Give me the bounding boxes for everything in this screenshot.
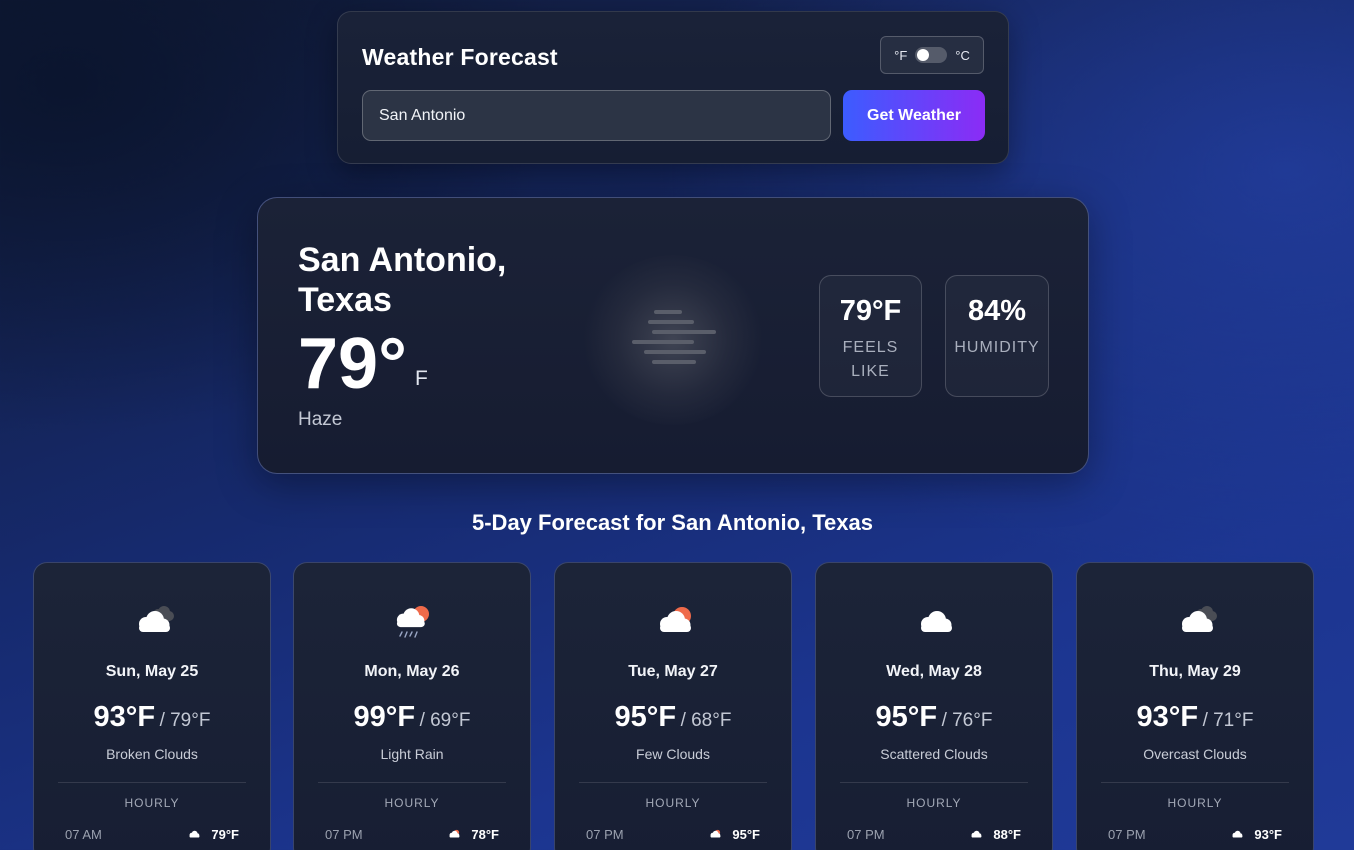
forecast-low: / 76°F bbox=[941, 710, 993, 731]
forecast-day-card: Sun, May 25 93°F / 79°F Broken Clouds HO… bbox=[33, 562, 271, 850]
hour-time: 07 AM bbox=[65, 826, 102, 842]
forecast-low: / 79°F bbox=[159, 710, 211, 731]
forecast-description: Scattered Clouds bbox=[880, 746, 988, 762]
hourly-label: HOURLY bbox=[906, 796, 962, 810]
unit-f-label: °F bbox=[894, 47, 908, 63]
get-weather-button[interactable]: Get Weather bbox=[843, 90, 985, 141]
hourly-label: HOURLY bbox=[124, 796, 180, 810]
hourly-row: 07 PM 88°F bbox=[847, 825, 1021, 843]
unit-toggle[interactable]: °F °C bbox=[880, 36, 984, 74]
hourly-label: HOURLY bbox=[384, 796, 440, 810]
forecast-high: 95°F bbox=[875, 701, 938, 733]
unit-switch[interactable] bbox=[915, 47, 948, 63]
hour-temp: 88°F bbox=[993, 826, 1021, 842]
hourly-row: 07 AM 79°F bbox=[65, 825, 239, 843]
forecast-high: 95°F bbox=[614, 701, 677, 733]
hourly-row: 07 PM 78°F bbox=[325, 825, 499, 843]
scattered-clouds-icon bbox=[921, 611, 952, 632]
feels-like-box: 79°F FEELS LIKE bbox=[819, 275, 922, 397]
search-panel: Weather Forecast °F °C Get Weather bbox=[337, 11, 1009, 164]
feels-like-label: FEELS LIKE bbox=[842, 339, 899, 380]
forecast-day-card: Mon, May 26 99°F / 69°F Light Rain HOURL… bbox=[293, 562, 531, 850]
cloud-icon bbox=[189, 830, 200, 838]
hour-time: 07 PM bbox=[1108, 826, 1146, 842]
divider bbox=[318, 782, 506, 783]
forecast-description: Few Clouds bbox=[636, 746, 710, 762]
divider bbox=[840, 782, 1028, 783]
forecast-title: 5-Day Forecast for San Antonio, Texas bbox=[472, 510, 873, 535]
hourly-row: 07 PM 93°F bbox=[1108, 825, 1282, 843]
humidity-box: 84% HUMIDITY bbox=[945, 275, 1049, 397]
panel-title: Weather Forecast bbox=[362, 44, 558, 70]
forecast-date: Sun, May 25 bbox=[105, 663, 199, 680]
hour-temp: 78°F bbox=[471, 826, 499, 842]
cloud-icon bbox=[971, 830, 982, 838]
humidity-label: HUMIDITY bbox=[954, 339, 1040, 356]
forecast-high: 99°F bbox=[353, 701, 416, 733]
sun-cloud-icon bbox=[710, 829, 721, 838]
forecast-date: Mon, May 26 bbox=[364, 663, 460, 680]
unit-c-label: °C bbox=[955, 47, 970, 63]
forecast-temps: 93°F / 71°F bbox=[1077, 701, 1313, 734]
forecast-date: Tue, May 27 bbox=[628, 663, 718, 680]
overcast-clouds-icon bbox=[1182, 606, 1217, 632]
current-temperature-unit: F bbox=[415, 367, 428, 390]
hour-temp: 79°F bbox=[211, 826, 239, 842]
city-name: San Antonio, Texas bbox=[298, 241, 507, 319]
hour-time: 07 PM bbox=[847, 826, 885, 842]
haze-icon bbox=[632, 310, 716, 364]
hour-temp: 95°F bbox=[732, 826, 760, 842]
sun-cloud-icon bbox=[449, 829, 460, 838]
hourly-label: HOURLY bbox=[645, 796, 701, 810]
forecast-day-card: Thu, May 29 93°F / 71°F Overcast Clouds … bbox=[1076, 562, 1314, 850]
forecast-description: Overcast Clouds bbox=[1143, 746, 1247, 762]
current-weather-card: San Antonio, Texas 79° F Haze 79°F FEELS… bbox=[257, 197, 1089, 474]
forecast-temps: 99°F / 69°F bbox=[294, 701, 530, 734]
forecast-high: 93°F bbox=[93, 701, 156, 733]
divider bbox=[1101, 782, 1289, 783]
cloud-icon bbox=[1232, 830, 1243, 838]
switch-knob bbox=[917, 49, 930, 61]
forecast-date: Wed, May 28 bbox=[886, 663, 982, 680]
forecast-temps: 93°F / 79°F bbox=[34, 701, 270, 734]
forecast-low: / 68°F bbox=[680, 710, 732, 731]
current-temperature: 79° bbox=[298, 324, 407, 404]
forecast-date: Thu, May 29 bbox=[1149, 663, 1241, 680]
forecast-day-card: Wed, May 28 95°F / 76°F Scattered Clouds… bbox=[815, 562, 1053, 850]
forecast-day-card: Tue, May 27 95°F / 68°F Few Clouds HOURL… bbox=[554, 562, 792, 850]
few-clouds-icon bbox=[660, 607, 691, 632]
feels-like-value: 79°F bbox=[839, 295, 902, 327]
hour-time: 07 PM bbox=[325, 826, 363, 842]
forecast-temps: 95°F / 76°F bbox=[816, 701, 1052, 734]
forecast-high: 93°F bbox=[1136, 701, 1199, 733]
city-search-input[interactable] bbox=[362, 90, 831, 141]
light-rain-icon bbox=[396, 606, 429, 638]
forecast-description: Broken Clouds bbox=[106, 746, 198, 762]
divider bbox=[579, 782, 767, 783]
divider bbox=[58, 782, 246, 783]
hour-temp: 93°F bbox=[1254, 826, 1282, 842]
forecast-low: / 71°F bbox=[1202, 710, 1254, 731]
forecast-temps: 95°F / 68°F bbox=[555, 701, 791, 734]
forecast-description: Light Rain bbox=[380, 746, 444, 762]
broken-clouds-icon bbox=[139, 606, 174, 632]
hour-time: 07 PM bbox=[586, 826, 624, 842]
hourly-row: 07 PM 95°F bbox=[586, 825, 760, 843]
forecast-low: / 69°F bbox=[419, 710, 471, 731]
humidity-value: 84% bbox=[967, 295, 1027, 327]
hourly-label: HOURLY bbox=[1167, 796, 1223, 810]
current-condition: Haze bbox=[298, 409, 343, 430]
